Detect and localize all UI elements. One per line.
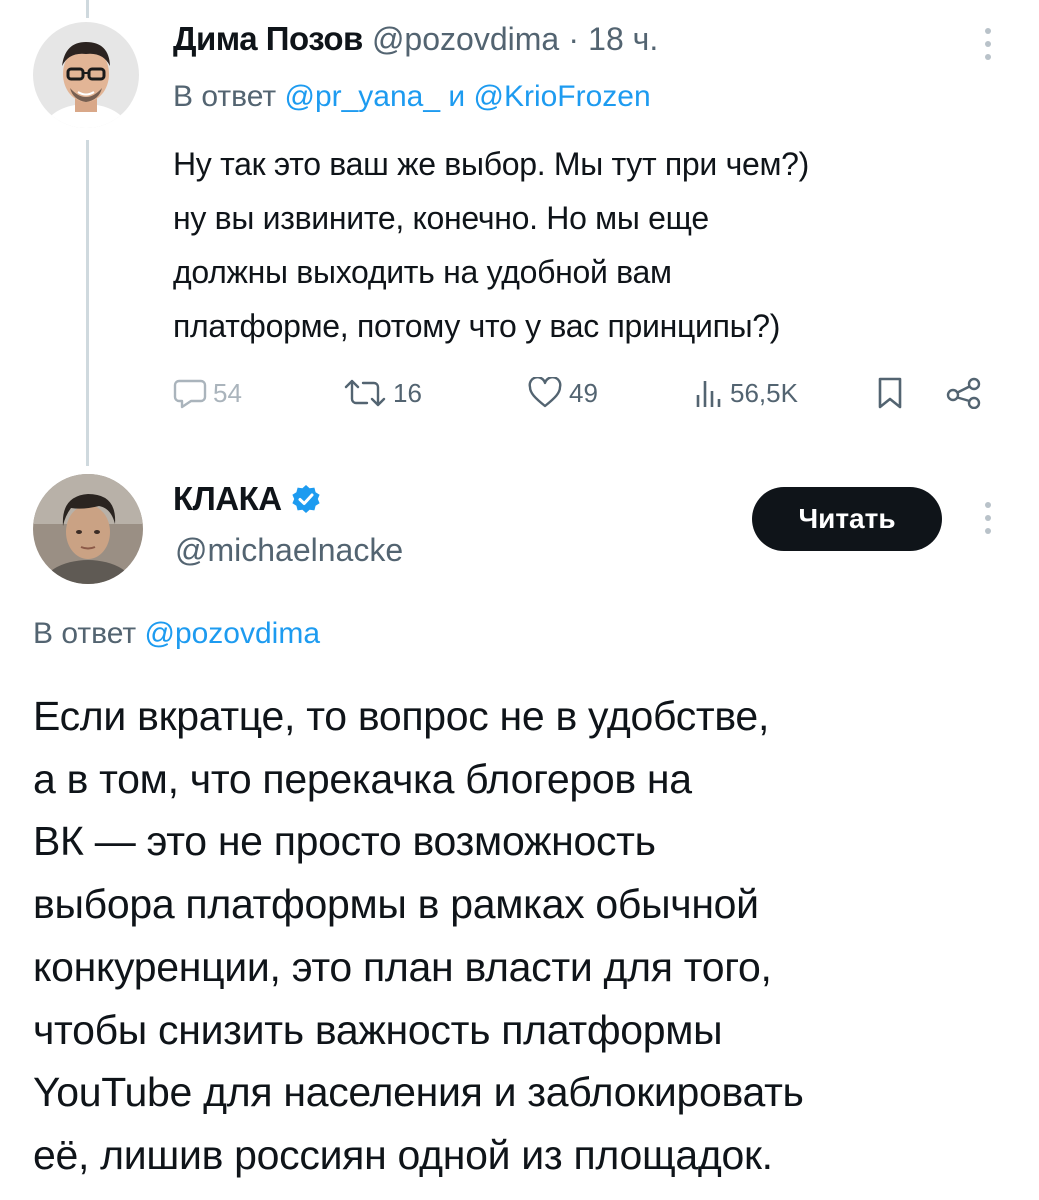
more-options-icon[interactable]	[983, 28, 993, 60]
mention-link[interactable]: @pr_yana_	[284, 80, 440, 113]
reply-icon	[173, 379, 207, 409]
author-handle[interactable]: @pozovdima	[372, 21, 559, 57]
views-button[interactable]: 56,5K	[694, 377, 798, 409]
author-handle[interactable]: @michaelnacke	[175, 532, 403, 569]
avatar[interactable]	[33, 474, 143, 584]
avatar[interactable]	[33, 22, 139, 128]
author-name[interactable]: Дима Позов	[173, 20, 363, 57]
repost-button[interactable]: 16	[343, 377, 422, 409]
share-button[interactable]	[945, 377, 983, 409]
like-count: 49	[569, 377, 598, 408]
mention-link[interactable]: @pozovdima	[144, 617, 320, 650]
reply-prefix: В ответ	[173, 80, 277, 113]
follow-button[interactable]: Читать	[752, 487, 942, 551]
like-button[interactable]: 49	[527, 377, 598, 409]
view-count: 56,5K	[730, 377, 798, 408]
reply-count: 54	[213, 377, 242, 408]
repost-icon	[344, 379, 386, 407]
tweet-header: Дима Позов @pozovdima · 18 ч.	[173, 20, 658, 58]
author-name[interactable]: КЛАКА	[173, 480, 282, 518]
share-icon	[946, 377, 981, 409]
reply-button[interactable]: 54	[173, 377, 242, 409]
verified-badge-icon	[292, 485, 320, 513]
repost-count: 16	[393, 377, 422, 408]
thread-line-connector	[86, 140, 89, 466]
timestamp[interactable]: 18 ч.	[588, 21, 658, 57]
bookmark-button[interactable]	[876, 376, 904, 410]
reply-prefix: В ответ	[33, 617, 137, 650]
views-chart-icon	[696, 381, 721, 407]
bookmark-icon	[878, 377, 902, 409]
more-options-icon[interactable]	[983, 502, 993, 534]
heart-icon	[528, 377, 562, 408]
tweet-text: Если вкратце, то вопрос не в удобстве, а…	[33, 693, 804, 1178]
separator-dot: ·	[568, 21, 579, 57]
reply-context: В ответ @pr_yana_ и @KrioFrozen	[173, 80, 651, 114]
reply-context: В ответ @pozovdima	[33, 617, 320, 651]
reply-conjunction: и	[448, 80, 466, 113]
mention-link[interactable]: @KrioFrozen	[474, 80, 651, 113]
tweet-header: КЛАКА	[173, 480, 322, 518]
tweet-text: Ну так это ваш же выбор. Мы тут при чем?…	[173, 146, 810, 344]
thread-line-top	[86, 0, 89, 18]
